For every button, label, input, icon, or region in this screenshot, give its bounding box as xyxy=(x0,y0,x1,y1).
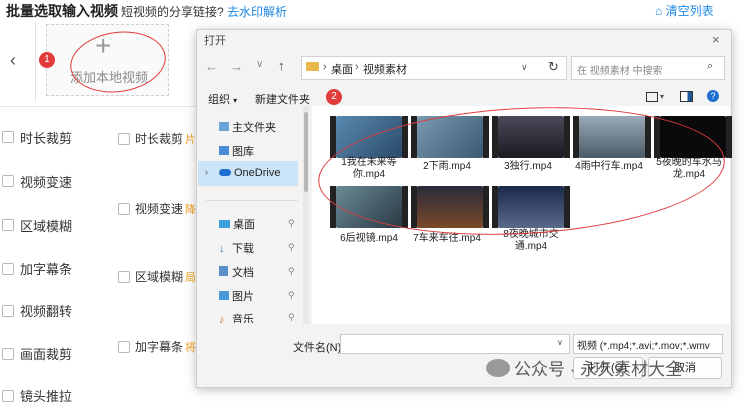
home-icon xyxy=(219,122,229,131)
scrollbar-thumb[interactable] xyxy=(304,112,308,192)
download-icon: ↓ xyxy=(219,243,225,255)
filename-input[interactable] xyxy=(340,334,570,354)
option-checkbox[interactable] xyxy=(2,390,14,402)
caret-down-icon[interactable]: ▾ xyxy=(660,92,664,101)
option-speed[interactable]: 视频变速 xyxy=(20,172,72,191)
up-arrow-icon[interactable]: ↑ xyxy=(278,58,285,73)
chevron-down-icon[interactable]: ∨ xyxy=(521,62,528,73)
mid-option-subtitle[interactable]: 加字幕条 xyxy=(135,338,183,355)
mid-option-speed[interactable]: 视频变速 xyxy=(135,200,183,217)
nav-item-home[interactable]: 主文件夹 xyxy=(219,119,276,135)
pin-icon[interactable]: ⚲ xyxy=(288,312,295,323)
home-icon: ⌂ xyxy=(655,4,663,18)
caret-down-icon: ▾ xyxy=(233,96,238,105)
folder-icon xyxy=(306,62,319,71)
nav-item-gallery[interactable]: 图库 xyxy=(219,143,254,159)
breadcrumb-desktop[interactable]: 桌面 xyxy=(331,61,353,77)
option-flip[interactable]: 视频翻转 xyxy=(20,301,72,320)
dialog-title: 打开 xyxy=(204,35,226,47)
option-checkbox[interactable] xyxy=(118,133,130,145)
search-placeholder: 在 视频素材 中搜索 xyxy=(577,66,663,77)
nav-item-pictures[interactable]: 图片 xyxy=(219,288,254,304)
organize-button[interactable]: 组织 ▾ xyxy=(208,91,237,107)
chevron-left-icon[interactable]: ‹ xyxy=(10,50,26,70)
option-hint: 局 xyxy=(185,272,196,284)
page-title: 批量选取输入视频 xyxy=(6,3,118,19)
chevron-right-icon: › xyxy=(323,61,327,73)
option-checkbox[interactable] xyxy=(118,341,130,353)
close-icon[interactable]: × xyxy=(712,32,720,47)
nav-item-music[interactable]: ♪ 音乐 xyxy=(219,311,254,323)
pin-icon[interactable]: ⚲ xyxy=(288,218,295,229)
option-checkbox[interactable] xyxy=(2,175,14,187)
nav-item-onedrive[interactable]: OneDrive xyxy=(219,167,280,179)
share-prompt: 短视频的分享链接? 去水印解析 xyxy=(121,5,288,19)
option-hint: 降 xyxy=(185,204,196,216)
search-icon[interactable]: ⌕ xyxy=(707,60,713,73)
divider xyxy=(35,22,36,102)
chevron-right-icon[interactable]: › xyxy=(205,167,208,177)
option-checkbox[interactable] xyxy=(2,219,14,231)
file-name[interactable]: 6后视镜.mp4 xyxy=(326,229,412,244)
option-checkbox[interactable] xyxy=(118,203,130,215)
clear-list-button[interactable]: ⌂ 清空列表 xyxy=(655,2,714,19)
option-checkbox[interactable] xyxy=(2,131,14,143)
divider xyxy=(206,200,298,201)
option-blur[interactable]: 区域模糊 xyxy=(20,216,72,235)
option-crop[interactable]: 画面裁剪 xyxy=(20,344,72,363)
mid-option-trim[interactable]: 时长裁剪 xyxy=(135,130,183,147)
chevron-down-icon[interactable]: ∨ xyxy=(557,338,563,347)
forward-arrow-icon[interactable]: → xyxy=(230,59,243,74)
nav-item-documents[interactable]: 文档 xyxy=(219,264,254,280)
chevron-down-icon[interactable]: ∨ xyxy=(256,59,263,70)
nav-item-downloads[interactable]: ↓ 下载 xyxy=(219,240,254,256)
option-hint: 片 xyxy=(185,134,196,146)
breadcrumb-folder[interactable]: 视频素材 xyxy=(363,61,407,77)
option-trim[interactable]: 时长裁剪 xyxy=(20,128,72,147)
pin-icon[interactable]: ⚲ xyxy=(288,290,295,301)
watermark-text: 公众号 · 永久素材大全 xyxy=(514,360,683,379)
back-arrow-icon[interactable]: ← xyxy=(205,59,218,74)
chevron-right-icon: › xyxy=(355,61,359,73)
new-folder-button[interactable]: 新建文件夹 xyxy=(255,91,310,107)
pin-icon[interactable]: ⚲ xyxy=(288,266,295,277)
view-icon[interactable] xyxy=(646,92,658,102)
document-icon xyxy=(219,266,228,276)
help-icon[interactable]: ? xyxy=(707,90,719,102)
nav-item-desktop[interactable]: 桌面 xyxy=(219,216,255,232)
option-checkbox[interactable] xyxy=(118,271,130,283)
pin-icon[interactable]: ⚲ xyxy=(288,242,295,253)
divider xyxy=(0,106,200,107)
desktop-icon xyxy=(219,220,230,228)
option-hint: 将 xyxy=(185,342,196,354)
gallery-icon xyxy=(219,146,229,155)
option-checkbox[interactable] xyxy=(2,263,14,275)
wechat-logo-icon xyxy=(486,359,510,377)
annotation-badge: 2 xyxy=(326,89,342,105)
filename-label: 文件名(N): xyxy=(293,342,345,354)
cloud-icon xyxy=(219,169,231,176)
option-checkbox[interactable] xyxy=(2,348,14,360)
picture-icon xyxy=(219,291,229,300)
option-subtitle[interactable]: 加字幕条 xyxy=(20,259,72,278)
annotation-badge: 1 xyxy=(39,52,55,68)
refresh-icon[interactable]: ↻ xyxy=(548,59,559,75)
remove-watermark-link[interactable]: 去水印解析 xyxy=(227,5,287,19)
option-zoom[interactable]: 镜头推拉 xyxy=(20,386,72,405)
filetype-value: 视频 (*.mp4;*.avi;*.mov;*.wmv xyxy=(577,341,710,352)
music-icon: ♪ xyxy=(219,314,225,323)
preview-pane-icon[interactable] xyxy=(680,91,693,102)
mid-option-blur[interactable]: 区域模糊 xyxy=(135,268,183,285)
option-checkbox[interactable] xyxy=(2,305,14,317)
